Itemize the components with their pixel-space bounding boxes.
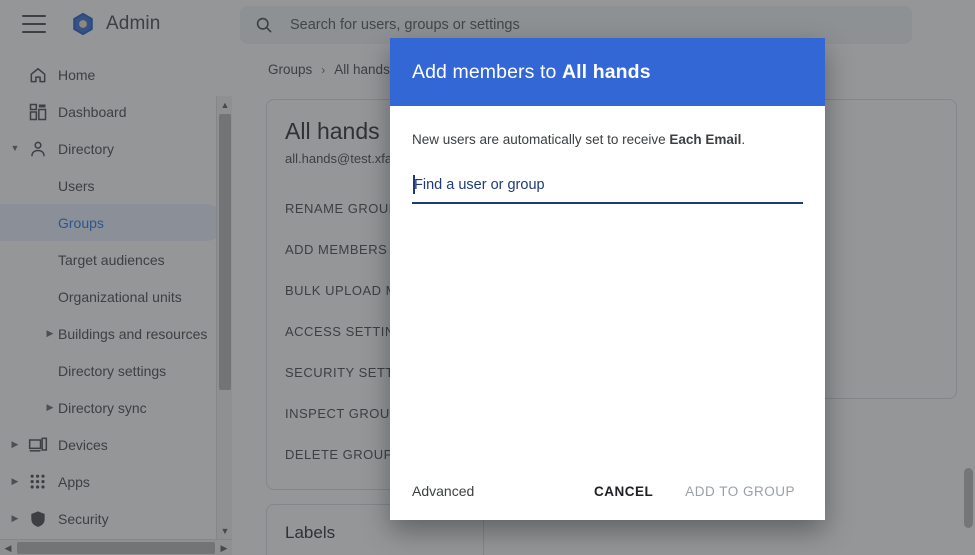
dialog-header: Add members to All hands — [390, 38, 825, 106]
advanced-link[interactable]: Advanced — [412, 483, 474, 499]
dialog-title-prefix: Add members to — [412, 60, 562, 83]
cancel-button[interactable]: CANCEL — [582, 475, 665, 508]
dialog-action-buttons: CANCEL ADD TO GROUP — [582, 475, 807, 508]
dialog-footer: Advanced CANCEL ADD TO GROUP — [390, 462, 825, 520]
find-user-field — [412, 175, 803, 204]
add-to-group-button[interactable]: ADD TO GROUP — [673, 475, 807, 508]
find-user-or-group-input[interactable] — [412, 175, 803, 204]
dialog-note-strong: Each Email — [669, 132, 742, 147]
text-cursor — [413, 175, 415, 194]
dialog-note: New users are automatically set to recei… — [412, 132, 803, 147]
dialog-note-prefix: New users are automatically set to recei… — [412, 132, 670, 147]
dialog-title-group: All hands — [561, 60, 651, 83]
dialog-title: Add members to All hands — [412, 61, 651, 84]
add-members-dialog: Add members to All hands New users are a… — [390, 38, 825, 520]
dialog-note-suffix: . — [741, 132, 746, 147]
dialog-body: New users are automatically set to recei… — [390, 106, 825, 462]
